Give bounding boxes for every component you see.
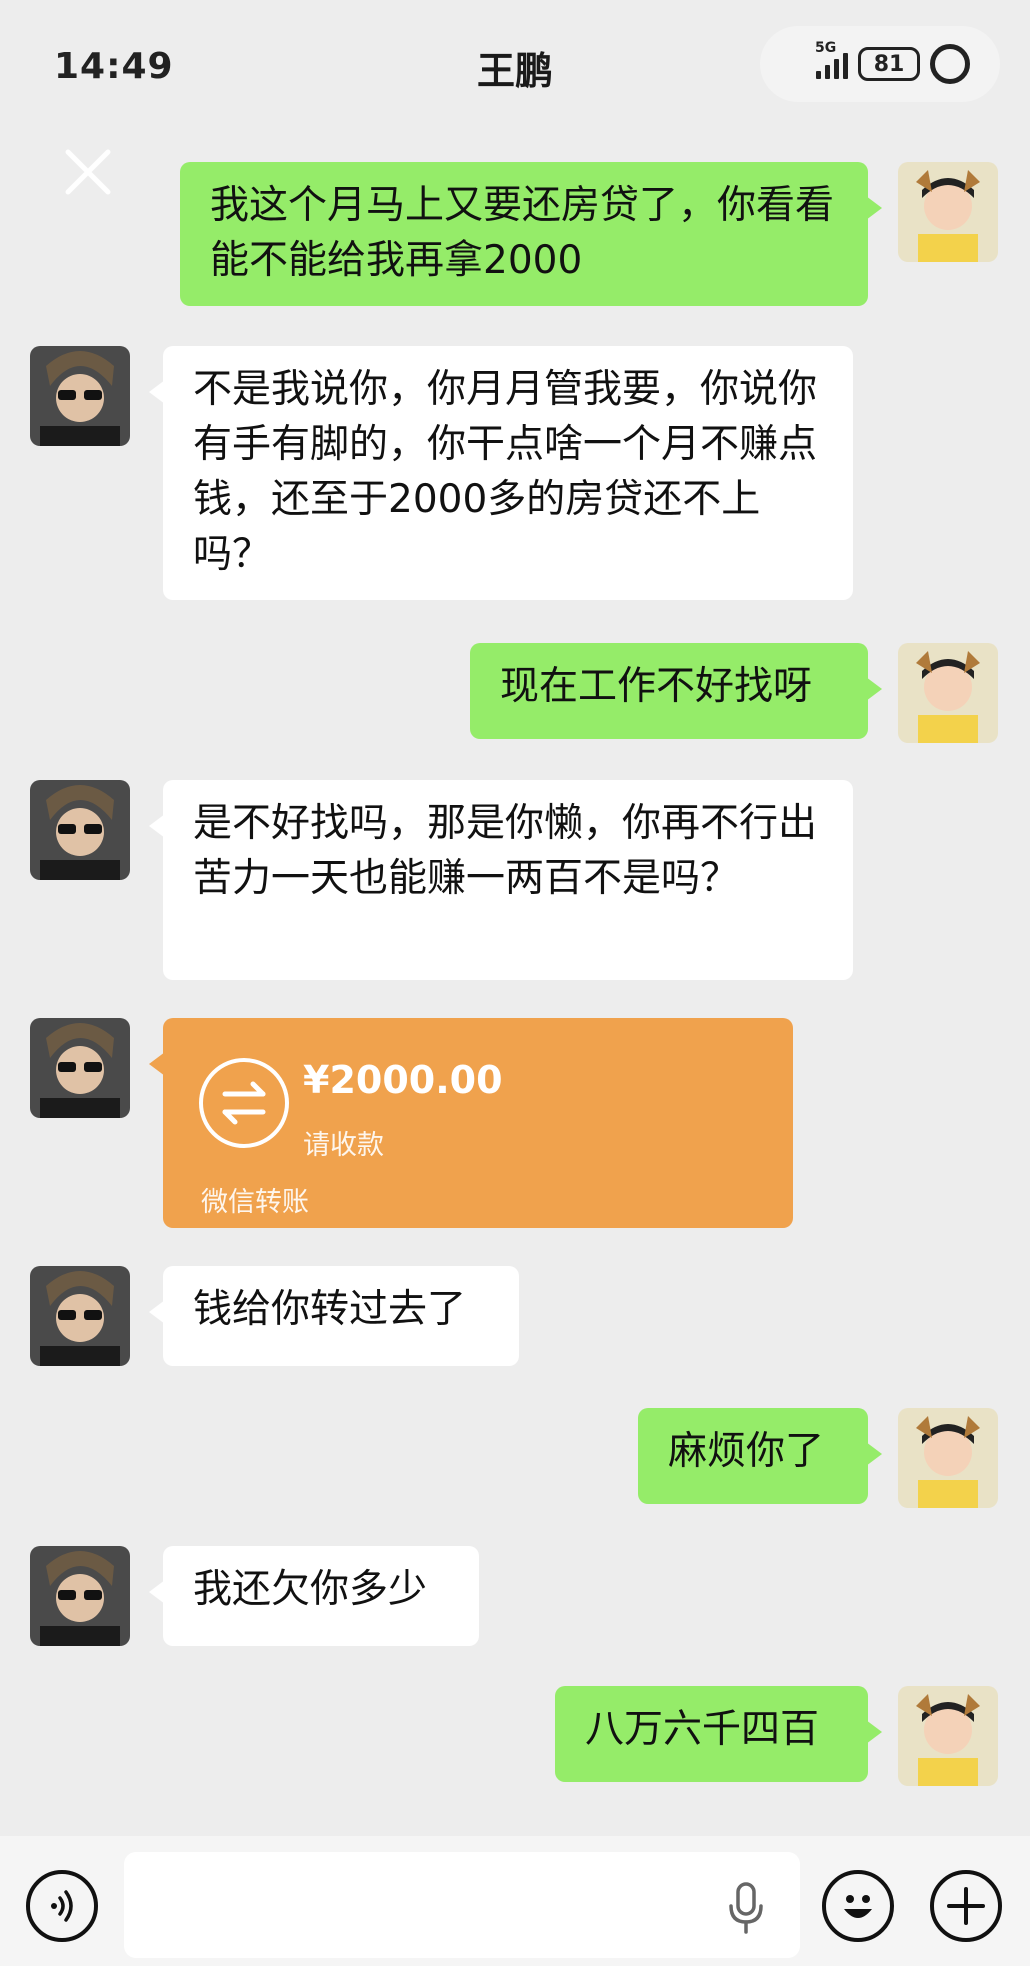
message-bubble-other[interactable]: 钱给你转过去了 [149,1266,519,1366]
close-icon[interactable] [62,146,114,198]
transfer-arrows-icon [199,1058,289,1148]
emoji-button[interactable] [822,1870,894,1942]
avatar-other[interactable] [30,1266,130,1366]
mic-icon[interactable] [726,1880,766,1936]
plus-icon [947,1887,985,1925]
message-text: 钱给你转过去了 [193,1287,467,1332]
voice-icon [51,1890,73,1922]
avatar-other[interactable] [30,1018,130,1118]
avatar-other[interactable] [30,1546,130,1646]
message-text: 麻烦你了 [668,1429,825,1474]
transfer-card[interactable]: ¥2000.00 请收款 微信转账 [149,1018,793,1228]
battery-level: 81 [873,51,905,77]
message-bubble-me[interactable]: 现在工作不好找呀 [470,643,882,739]
message-text: 我还欠你多少 [193,1567,428,1612]
emoji-icon [844,1895,872,1918]
transfer-amount: ¥2000.00 [303,1058,503,1102]
message-text: 不是我说你，你月月管我要，你说你有手有脚的，你干点啥一个月不赚点钱，还至于200… [193,367,818,577]
status-area: 5G 81 [760,26,1000,102]
avatar-me[interactable] [898,1408,998,1508]
message-text: 是不好找吗，那是你懒，你再不行出苦力一天也能赚一两百不是吗？ [193,801,818,901]
avatar-me[interactable] [898,162,998,262]
transfer-footer: 微信转账 [201,1187,309,1218]
message-text: 现在工作不好找呀 [500,664,813,709]
message-bubble-me[interactable]: 我这个月马上又要还房贷了，你看看能不能给我再拿2000 [180,162,882,306]
message-bubble-me[interactable]: 麻烦你了 [638,1408,882,1504]
avatar-other[interactable] [30,346,130,446]
message-text: 八万六千四百 [585,1707,820,1752]
message-bubble-me[interactable]: 八万六千四百 [555,1686,882,1782]
more-icon[interactable] [930,44,970,84]
plus-button[interactable] [930,1870,1002,1942]
battery-icon: 81 [858,47,920,81]
message-text: 我这个月马上又要还房贷了，你看看能不能给我再拿2000 [210,183,835,283]
chat-header: 14:49 王鹏 5G 81 [0,0,1030,130]
avatar-me[interactable] [898,1686,998,1786]
voice-button[interactable] [26,1870,98,1942]
avatar-me[interactable] [898,643,998,743]
message-input[interactable] [124,1852,800,1958]
network-type: 5G [815,40,837,56]
message-bubble-other[interactable]: 是不好找吗，那是你懒，你再不行出苦力一天也能赚一两百不是吗？ [149,780,853,980]
avatar-other[interactable] [30,780,130,880]
message-bubble-other[interactable]: 我还欠你多少 [149,1546,479,1646]
message-bubble-other[interactable]: 不是我说你，你月月管我要，你说你有手有脚的，你干点啥一个月不赚点钱，还至于200… [149,346,853,600]
transfer-status: 请收款 [303,1130,384,1161]
